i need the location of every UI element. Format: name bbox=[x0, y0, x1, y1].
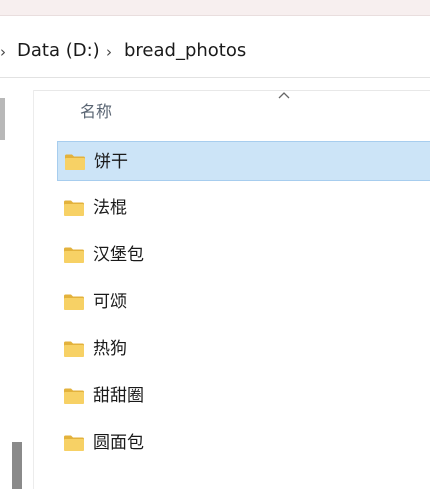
list-item-label: 法棍 bbox=[93, 198, 127, 218]
nav-scrollbar-thumb[interactable] bbox=[0, 98, 5, 140]
nav-scrollbar-thumb-lower[interactable] bbox=[12, 442, 22, 489]
list-divider bbox=[34, 90, 430, 91]
navigation-pane[interactable] bbox=[0, 90, 34, 489]
column-header-name[interactable]: 名称 bbox=[80, 102, 112, 122]
chevron-right-icon[interactable]: › bbox=[0, 42, 6, 62]
folder-icon bbox=[64, 388, 84, 404]
folder-icon bbox=[64, 435, 84, 451]
folder-icon bbox=[64, 294, 84, 310]
list-item-label: 饼干 bbox=[94, 152, 128, 172]
window-title-strip bbox=[0, 0, 430, 16]
breadcrumb-drive[interactable]: Data (D:) bbox=[17, 40, 100, 62]
breadcrumb-folder[interactable]: bread_photos bbox=[124, 40, 246, 62]
list-item[interactable]: 甜甜圈 bbox=[57, 376, 430, 416]
list-item-label: 热狗 bbox=[93, 339, 127, 359]
list-item-label: 圆面包 bbox=[93, 433, 144, 453]
list-item-label: 可颂 bbox=[93, 292, 127, 312]
sort-ascending-caret-icon[interactable] bbox=[277, 90, 291, 100]
folder-icon bbox=[64, 200, 84, 216]
folder-icon bbox=[65, 154, 85, 170]
folder-icon bbox=[64, 341, 84, 357]
list-item[interactable]: 汉堡包 bbox=[57, 235, 430, 275]
list-item-label: 汉堡包 bbox=[93, 245, 144, 265]
list-item[interactable]: 法棍 bbox=[57, 188, 430, 228]
list-item[interactable]: 热狗 bbox=[57, 329, 430, 369]
chevron-right-icon[interactable]: › bbox=[106, 42, 112, 62]
address-bar[interactable]: › Data (D:) › bread_photos bbox=[0, 26, 430, 78]
file-list[interactable]: 名称 饼干 法棍 汉堡包 可颂 热狗 甜甜圈 圆面包 bbox=[34, 90, 430, 489]
title-strip-border bbox=[0, 15, 430, 16]
list-item[interactable]: 可颂 bbox=[57, 282, 430, 322]
folder-icon bbox=[64, 247, 84, 263]
list-item[interactable]: 饼干 bbox=[57, 141, 430, 181]
list-item[interactable]: 圆面包 bbox=[57, 423, 430, 463]
list-item-label: 甜甜圈 bbox=[93, 386, 144, 406]
